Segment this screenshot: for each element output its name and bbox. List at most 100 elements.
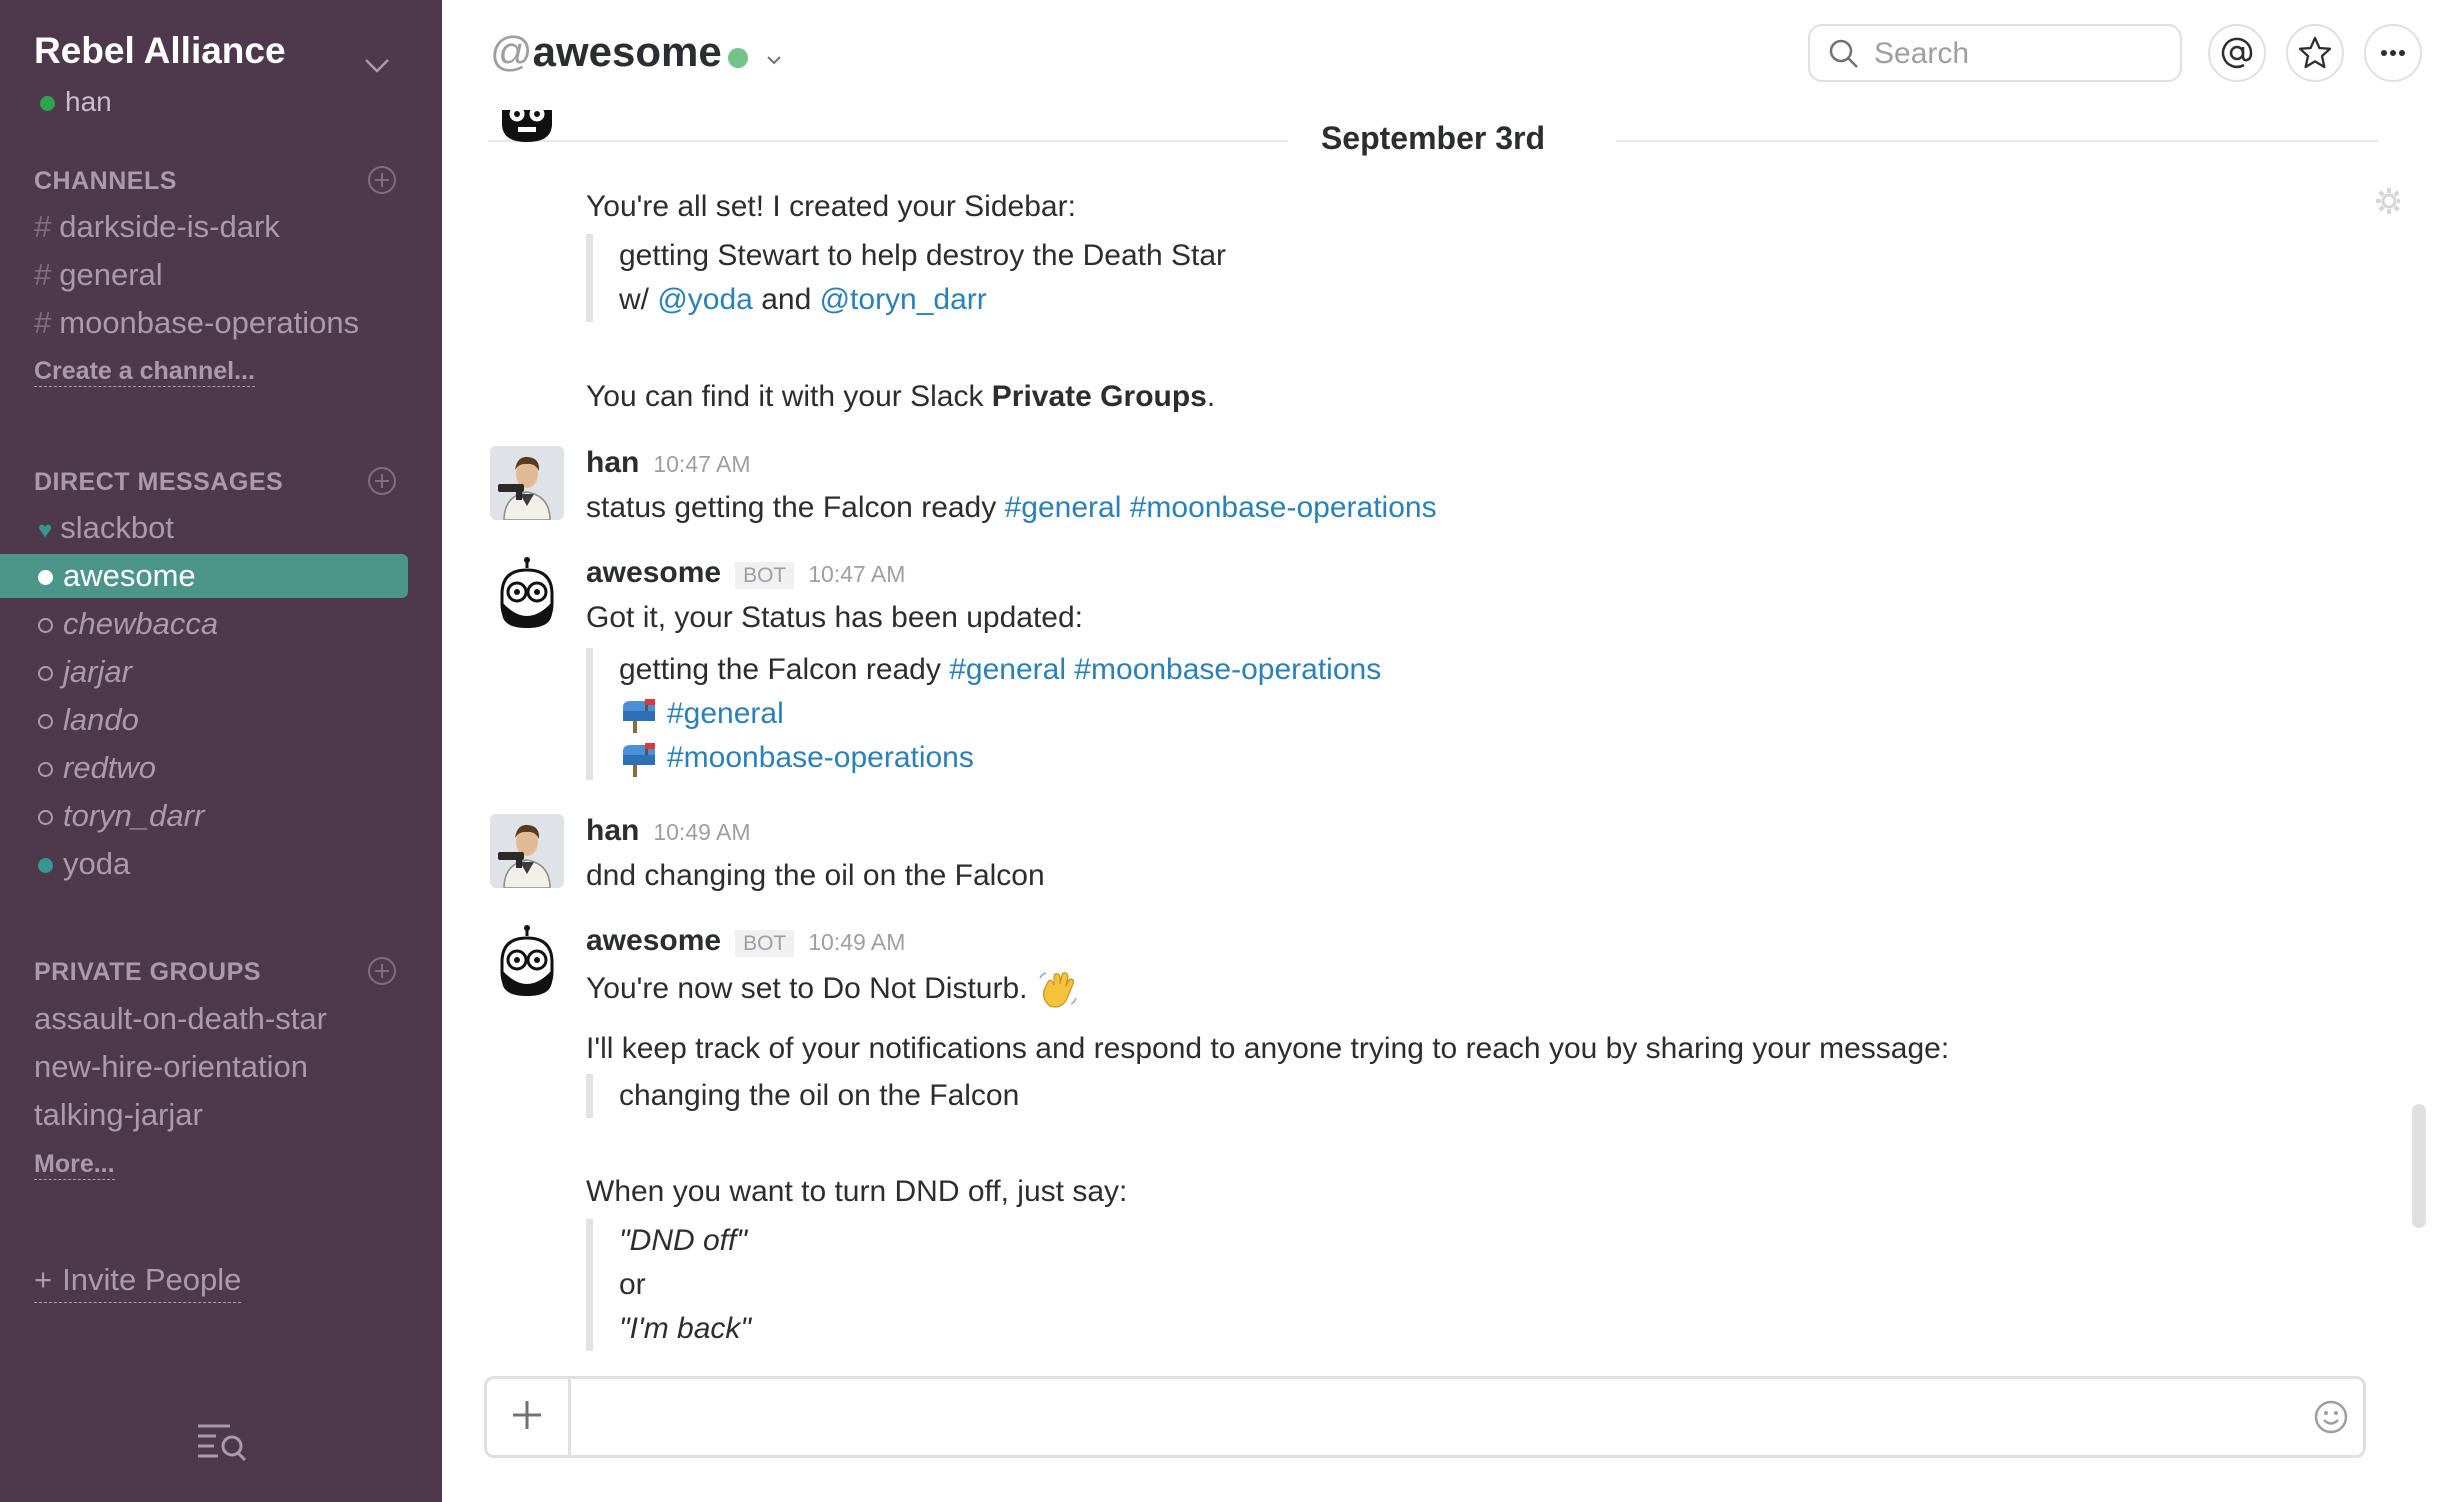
search-input[interactable] <box>1872 32 2166 76</box>
quote-line: "I'm back" <box>619 1312 752 1345</box>
invite-people-button[interactable]: + Invite People <box>34 1262 242 1303</box>
sidebar-item-talking-jarjar[interactable]: talking-jarjar <box>34 1093 404 1137</box>
direct-messages-heading[interactable]: DIRECT MESSAGES <box>34 468 283 497</box>
bot-badge: BOT <box>735 930 795 957</box>
message-header: han 10:47 AM <box>586 446 751 480</box>
starred-items-button[interactable] <box>2286 24 2344 82</box>
channel-link[interactable]: #moonbase-operations <box>1130 491 1437 524</box>
robot-avatar-icon <box>502 110 552 142</box>
channel-link[interactable]: #general <box>667 697 784 730</box>
attach-file-button[interactable] <box>487 1379 571 1455</box>
current-user[interactable]: han <box>40 86 112 118</box>
presence-away-icon <box>38 762 53 778</box>
quote-line: getting Stewart to help destroy the Deat… <box>619 239 1227 272</box>
quote-line: changing the oil on the Falcon <box>619 1079 1020 1112</box>
timestamp[interactable]: 10:47 AM <box>808 561 905 587</box>
at-icon <box>2221 37 2253 69</box>
message-text: You can find it with your Slack Private … <box>586 380 1215 414</box>
add-private-group-icon[interactable] <box>367 956 397 986</box>
hash-icon: # <box>34 209 52 244</box>
sender-name[interactable]: han <box>586 814 639 847</box>
sidebar-item-awesome[interactable]: awesome <box>0 554 408 598</box>
user-avatar[interactable] <box>490 446 564 520</box>
mentions-button[interactable] <box>2208 24 2266 82</box>
channel-header: @awesome <box>442 0 2438 110</box>
timestamp[interactable]: 10:49 AM <box>808 929 905 955</box>
create-channel-link[interactable]: Create a channel... <box>34 357 255 387</box>
private-groups-heading[interactable]: PRIVATE GROUPS <box>34 958 261 987</box>
bot-badge: BOT <box>735 562 795 589</box>
dm-name: yoda <box>63 846 131 881</box>
bot-avatar[interactable] <box>490 556 564 630</box>
text-span: . <box>1206 380 1216 413</box>
channel-link[interactable]: #general <box>949 653 1066 686</box>
quote-line: #general <box>619 692 1381 736</box>
sidebar-item-lando[interactable]: lando <box>0 698 408 742</box>
channel-link[interactable]: #moonbase-operations <box>667 741 974 774</box>
sidebar-item-darkside-is-dark[interactable]: # darkside-is-dark <box>34 205 404 249</box>
sidebar-item-assault-on-death-star[interactable]: assault-on-death-star <box>34 997 404 1041</box>
presence-online-icon <box>38 858 53 874</box>
message-pane[interactable]: September 3rd You're all set! I created … <box>442 110 2400 1360</box>
sidebar-item-redtwo[interactable]: redtwo <box>0 746 408 790</box>
gear-icon[interactable] <box>2374 186 2400 216</box>
chevron-down-icon[interactable] <box>764 50 784 70</box>
han-avatar-icon <box>490 814 564 888</box>
sidebar-item-chewbacca[interactable]: chewbacca <box>0 602 408 646</box>
sidebar-item-jarjar[interactable]: jarjar <box>0 650 408 694</box>
team-name[interactable]: Rebel Alliance <box>34 30 286 72</box>
message-text: When you want to turn DND off, just say: <box>586 1175 1128 1208</box>
channel-link[interactable]: #general <box>1005 491 1122 524</box>
message-text: dnd changing the oil on the Falcon <box>586 859 1045 892</box>
channel-name: darkside-is-dark <box>59 209 280 244</box>
emoji-picker-icon[interactable] <box>2313 1399 2349 1435</box>
channel-link[interactable]: #moonbase-operations <box>1074 653 1381 686</box>
timestamp[interactable]: 10:47 AM <box>653 451 750 477</box>
sidebar-item-moonbase-operations[interactable]: # moonbase-operations <box>34 301 404 345</box>
sidebar-item-general[interactable]: # general <box>34 253 404 297</box>
sidebar-item-toryn-darr[interactable]: toryn_darr <box>0 794 408 838</box>
star-icon <box>2298 36 2332 69</box>
sender-name[interactable]: awesome <box>586 924 721 957</box>
more-groups-link[interactable]: More... <box>34 1150 115 1180</box>
channel-title[interactable]: @awesome <box>490 28 722 76</box>
quick-switcher-icon[interactable] <box>196 1420 248 1462</box>
user-avatar[interactable] <box>490 814 564 888</box>
add-direct-message-icon[interactable] <box>367 466 397 496</box>
at-sign: @ <box>490 28 533 75</box>
presence-online-icon <box>40 96 55 112</box>
more-actions-button[interactable] <box>2364 24 2422 82</box>
bot-avatar[interactable] <box>490 110 564 146</box>
mention-link[interactable]: @toryn_darr <box>820 283 987 316</box>
bot-avatar[interactable] <box>490 924 564 998</box>
dm-name: chewbacca <box>63 606 219 641</box>
message-input[interactable] <box>587 1393 2191 1441</box>
presence-away-icon <box>38 666 53 682</box>
channel-name: general <box>59 257 163 292</box>
sidebar-item-new-hire-orientation[interactable]: new-hire-orientation <box>34 1045 404 1089</box>
mention-link[interactable]: @yoda <box>657 283 753 316</box>
sender-name[interactable]: han <box>586 446 639 479</box>
scrollbar-thumb[interactable] <box>2412 1104 2426 1228</box>
robot-avatar-icon <box>500 925 554 996</box>
channels-heading[interactable]: CHANNELS <box>34 167 177 196</box>
presence-online-icon <box>38 570 53 586</box>
mailbox-emoji-icon <box>623 743 655 778</box>
mailbox-emoji-icon <box>623 699 655 734</box>
search-box[interactable] <box>1808 24 2182 82</box>
sender-name[interactable]: awesome <box>586 556 721 589</box>
chevron-down-icon[interactable] <box>362 50 392 80</box>
quote-text: w/ <box>619 283 658 316</box>
timestamp[interactable]: 10:49 AM <box>653 819 750 845</box>
quote-text: getting the Falcon ready <box>619 653 950 686</box>
sidebar-item-slackbot[interactable]: ♥ slackbot <box>0 506 408 550</box>
add-channel-icon[interactable] <box>367 165 397 195</box>
sidebar-item-yoda[interactable]: yoda <box>0 842 408 886</box>
channel-name: awesome <box>532 28 722 75</box>
bold-text: Private Groups <box>991 380 1207 413</box>
message-text: status getting the Falcon ready #general… <box>586 491 1437 525</box>
quote-line: #moonbase-operations <box>619 736 1381 780</box>
message-quote: "DND off" or "I'm back" <box>586 1219 751 1351</box>
hash-icon: # <box>34 305 52 340</box>
message-text: I'll keep track of your notifications an… <box>586 1032 1950 1065</box>
